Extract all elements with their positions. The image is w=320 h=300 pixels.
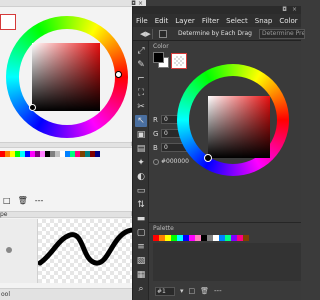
more-icon[interactable]: ---	[214, 287, 222, 295]
transparent-color-swatch[interactable]	[171, 53, 187, 69]
tool-button[interactable]: ▤	[135, 143, 147, 155]
foreground-window: ◘ × File Edit Layer Filter Select Snap C…	[132, 6, 305, 300]
background-tool-bar: ool	[0, 288, 146, 300]
preset-field[interactable]: Determine Pre	[259, 29, 305, 39]
brush-stroke-preview	[37, 219, 149, 283]
menu-bar: File Edit Layer Filter Select Snap Color…	[133, 14, 301, 27]
tool-button[interactable]: ✦	[135, 157, 147, 169]
brush-dot	[6, 247, 12, 253]
new-palette-icon[interactable]: □	[3, 196, 11, 205]
foreground-color-swatch[interactable]	[153, 52, 164, 63]
hex-icon	[153, 158, 159, 165]
palette-area[interactable]	[153, 243, 301, 281]
trash-icon[interactable]: 🗑	[18, 196, 28, 205]
tool-button[interactable]: ⌐	[135, 73, 147, 85]
tool-button[interactable]: ▭	[135, 185, 147, 197]
palette-swatch[interactable]	[95, 151, 100, 157]
window-titlebar[interactable]: ◘ ×	[133, 6, 301, 14]
tool-options-bar: ◀▶ Determine by Each Drag Determine Pre	[133, 27, 305, 41]
menu-color[interactable]: Color	[279, 17, 297, 25]
tool-button[interactable]: ▬	[135, 213, 147, 225]
tool-button[interactable]: ⛶	[135, 87, 147, 99]
new-palette-icon[interactable]: □	[189, 287, 196, 295]
close-icon[interactable]: ×	[292, 6, 297, 14]
drag-mode-select[interactable]: Determine by Each Drag	[178, 29, 252, 38]
trash-icon[interactable]: 🗑	[200, 287, 209, 295]
tool-button[interactable]: ▢	[135, 227, 147, 239]
menu-layer[interactable]: Layer	[175, 17, 195, 25]
tool-button[interactable]: ↖	[135, 115, 147, 127]
background-current-color-swatch[interactable]	[0, 14, 16, 30]
palette-swatch[interactable]	[243, 235, 249, 241]
palette-panel-title: Palette	[153, 225, 174, 232]
background-palette-actions: □ 🗑 ---	[3, 196, 43, 205]
brush-stroke-icon	[37, 227, 149, 266]
dropdown-icon[interactable]: ▾	[180, 287, 184, 295]
tool-button[interactable]: ≡	[135, 241, 147, 253]
background-brush-panel-header: pe ◘ ×	[0, 211, 146, 218]
background-panel-divider: ◘ ×	[0, 142, 146, 148]
menu-filter[interactable]: Filter	[202, 17, 219, 25]
toolbar-divider	[152, 29, 153, 39]
tool-button[interactable]: ⇅	[135, 199, 147, 211]
palette-select[interactable]: #1	[155, 286, 175, 296]
palette-actions: #1 ▾ □ 🗑 ---	[149, 285, 301, 297]
menu-file[interactable]: File	[136, 17, 148, 25]
background-sv-handle[interactable]	[29, 104, 36, 111]
tool-button[interactable]: ⤢	[135, 45, 147, 57]
options-checkbox[interactable]	[159, 30, 167, 38]
hex-value[interactable]: #000000	[161, 158, 189, 165]
tool-button[interactable]: ▦	[135, 269, 147, 281]
blue-label: B	[153, 144, 158, 152]
background-window: ◘ × ◘ × □ 🗑 --- pe ◘ × ool	[0, 0, 149, 300]
more-icon[interactable]: ---	[35, 196, 44, 205]
tool-button[interactable]: ◐	[135, 171, 147, 183]
tool-palette: ⤢ ✎ ⌐ ⛶ ✂ ↖ ▣ ▤ ✦ ◐ ▭ ⇅ ▬ ▢ ≡ ▧ ▦ ⌕	[133, 41, 149, 300]
menu-snap[interactable]: Snap	[255, 17, 273, 25]
green-label: G	[153, 130, 159, 138]
background-hue-handle[interactable]	[115, 71, 122, 78]
pin-icon[interactable]: ◘	[282, 6, 287, 14]
palette-panel: Palette #1 ▾ □ 🗑 ---	[149, 222, 301, 300]
tool-button[interactable]: ✎	[135, 59, 147, 71]
background-palette-strip[interactable]	[0, 151, 100, 157]
tool-button[interactable]: ✂	[135, 101, 147, 113]
tool-button[interactable]: ▣	[135, 129, 147, 141]
tool-button[interactable]: ▧	[135, 255, 147, 267]
saturation-value-square[interactable]	[208, 96, 270, 158]
palette-swatches	[153, 235, 249, 241]
background-panel-header: ◘ ×	[0, 0, 146, 7]
sv-handle[interactable]	[204, 154, 212, 162]
tool-label: ool	[1, 291, 11, 298]
red-label: R	[153, 116, 158, 124]
background-saturation-value-square[interactable]	[32, 43, 100, 111]
menu-edit[interactable]: Edit	[155, 17, 169, 25]
hex-row: #000000	[153, 158, 189, 165]
color-panel-title: Color	[153, 43, 169, 50]
play-toggle-icon[interactable]: ◀▶	[140, 30, 151, 38]
brush-size-preview[interactable]	[0, 219, 38, 283]
panel-title: pe	[0, 211, 8, 218]
tool-button[interactable]: ⌕	[135, 283, 147, 295]
menu-select[interactable]: Select	[226, 17, 248, 25]
